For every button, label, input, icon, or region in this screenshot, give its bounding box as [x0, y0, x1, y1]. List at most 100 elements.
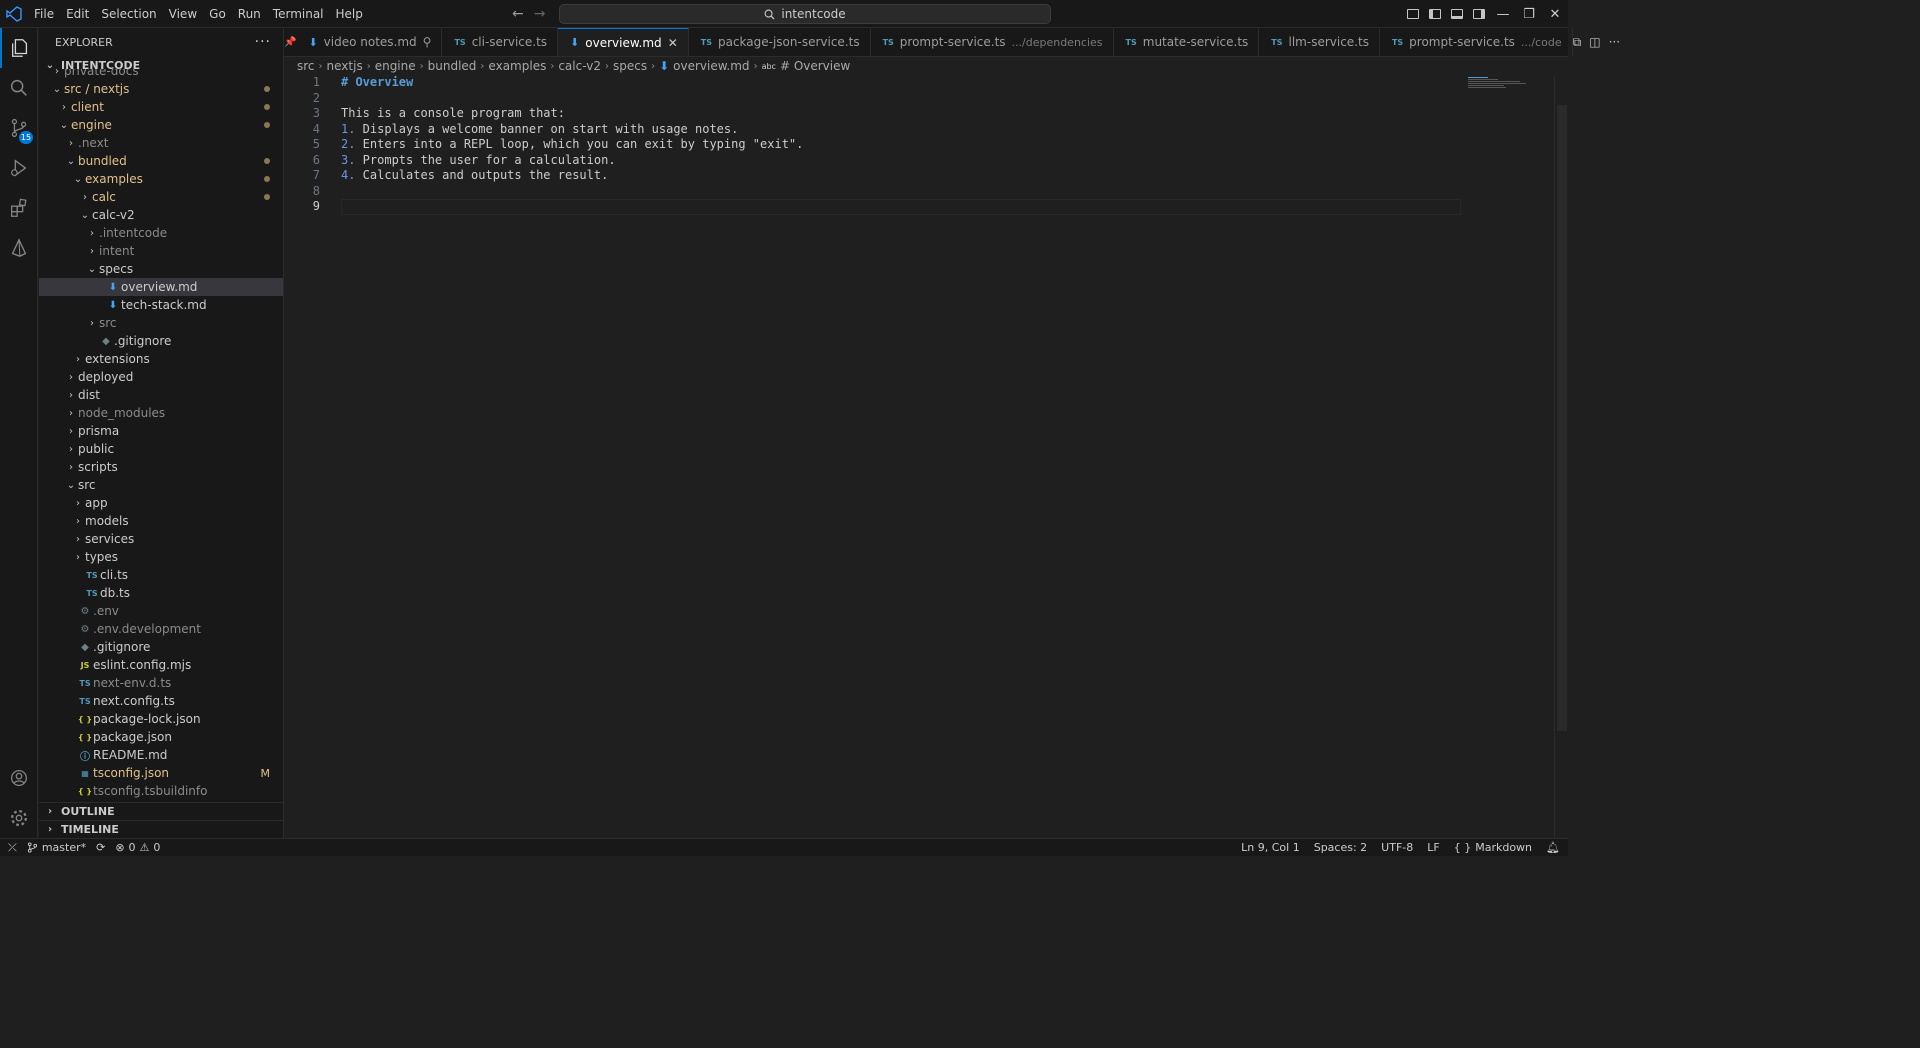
breadcrumb-item[interactable]: calc-v2: [558, 59, 601, 73]
tree-item[interactable]: ⌄ bundled: [39, 152, 283, 170]
menu-run[interactable]: Run: [232, 0, 267, 28]
tree-item[interactable]: › models: [39, 512, 283, 530]
breadcrumb-item[interactable]: specs: [613, 59, 647, 73]
toggle-primary-sidebar-icon[interactable]: [1424, 0, 1446, 28]
tree-item[interactable]: › client: [39, 98, 283, 116]
tree-item[interactable]: { } package.json: [39, 728, 283, 746]
tree-item[interactable]: ⓘ README.md: [39, 746, 283, 764]
tree-item[interactable]: ⌄ src / nextjs: [39, 80, 283, 98]
search-view-icon[interactable]: [0, 68, 38, 108]
tree-item[interactable]: ⌄ engine: [39, 116, 283, 134]
tree-item[interactable]: › extensions: [39, 350, 283, 368]
more-actions-icon[interactable]: ···: [1609, 35, 1620, 49]
language-mode[interactable]: { } Markdown: [1454, 841, 1532, 854]
command-center[interactable]: intentcode: [559, 4, 1051, 24]
tree-item[interactable]: › app: [39, 494, 283, 512]
run-debug-icon[interactable]: [0, 148, 38, 188]
tree-item[interactable]: › deployed: [39, 368, 283, 386]
notifications-bell-icon[interactable]: 🔔︎: [1546, 841, 1560, 854]
explorer-icon[interactable]: [0, 28, 38, 68]
minimap[interactable]: [1468, 77, 1528, 91]
tree-item[interactable]: ◆ .gitignore: [39, 332, 283, 350]
open-changes-icon[interactable]: ⧉: [1573, 35, 1582, 50]
tree-item[interactable]: › dist: [39, 386, 283, 404]
editor-tab[interactable]: TS cli-service.ts: [442, 28, 559, 56]
vertical-scrollbar[interactable]: [1554, 75, 1568, 838]
tree-item[interactable]: › .intentcode: [39, 224, 283, 242]
editor-tab[interactable]: TS llm-service.ts: [1259, 28, 1380, 56]
tree-item[interactable]: › intent: [39, 242, 283, 260]
accounts-icon[interactable]: [0, 758, 38, 798]
source-control-icon[interactable]: 15: [0, 108, 38, 148]
minimize-icon[interactable]: —: [1490, 0, 1516, 28]
timeline-section[interactable]: › TIMELINE: [39, 820, 283, 838]
breadcrumb-item[interactable]: src: [297, 59, 315, 73]
manage-gear-icon[interactable]: [0, 798, 38, 838]
vscode-logo-icon[interactable]: [0, 0, 28, 28]
customize-layout-icon[interactable]: [1402, 0, 1424, 28]
tree-item[interactable]: ⌄ examples: [39, 170, 283, 188]
editor-tab[interactable]: TS mutate-service.ts: [1114, 28, 1260, 56]
tree-item[interactable]: ⌄ calc-v2: [39, 206, 283, 224]
editor-tab[interactable]: ⬇ video notes.md ⚲: [296, 28, 443, 56]
tree-item[interactable]: ▦ tsconfig.json M: [39, 764, 283, 782]
toggle-secondary-sidebar-icon[interactable]: [1468, 0, 1490, 28]
tree-item[interactable]: ⬇ overview.md: [39, 278, 283, 296]
tree-item[interactable]: { } package-lock.json: [39, 710, 283, 728]
close-window-icon[interactable]: ✕: [1542, 0, 1568, 28]
menu-view[interactable]: View: [163, 0, 203, 28]
end-of-line[interactable]: LF: [1427, 841, 1439, 854]
editor-tab[interactable]: TS prompt-service.ts .../dependencies: [871, 28, 1114, 56]
tree-item[interactable]: ⌄ src: [39, 476, 283, 494]
sync-icon[interactable]: ⟳: [96, 841, 105, 854]
tree-item[interactable]: TS db.ts: [39, 584, 283, 602]
breadcrumb-item[interactable]: nextjs: [327, 59, 363, 73]
extensions-icon[interactable]: [0, 188, 38, 228]
menu-go[interactable]: Go: [203, 0, 232, 28]
outline-section[interactable]: › OUTLINE: [39, 802, 283, 820]
pinned-icon[interactable]: ⚲: [423, 35, 432, 49]
tree-item[interactable]: ◆ .gitignore: [39, 638, 283, 656]
prisma-icon[interactable]: [0, 228, 38, 268]
tree-item[interactable]: ⌄ specs: [39, 260, 283, 278]
tree-item[interactable]: › node_modules: [39, 404, 283, 422]
tree-item[interactable]: › scripts: [39, 458, 283, 476]
problems-indicator[interactable]: ⊗ 0 ⚠ 0: [115, 841, 160, 854]
editor-tab[interactable]: TS prompt-service.ts .../code: [1380, 28, 1573, 56]
menu-help[interactable]: Help: [330, 0, 369, 28]
tree-item[interactable]: › .next: [39, 134, 283, 152]
branch-indicator[interactable]: master*: [27, 841, 86, 854]
tree-item[interactable]: TS cli.ts: [39, 566, 283, 584]
tree-item[interactable]: TS next-env.d.ts: [39, 674, 283, 692]
toggle-panel-icon[interactable]: [1446, 0, 1468, 28]
pin-icon[interactable]: 📌: [284, 28, 296, 56]
breadcrumb-item[interactable]: bundled: [428, 59, 477, 73]
indentation[interactable]: Spaces: 2: [1314, 841, 1367, 854]
menu-selection[interactable]: Selection: [95, 0, 162, 28]
tree-item[interactable]: › prisma: [39, 422, 283, 440]
tree-item[interactable]: ⬇ tech-stack.md: [39, 296, 283, 314]
menu-edit[interactable]: Edit: [60, 0, 95, 28]
tree-item[interactable]: › services: [39, 530, 283, 548]
tree-item[interactable]: › private-docs: [39, 69, 283, 80]
tree-item[interactable]: { } tsconfig.tsbuildinfo: [39, 782, 283, 799]
tree-item[interactable]: TS next.config.ts: [39, 692, 283, 710]
editor-tab[interactable]: ⬇ overview.md ✕: [558, 28, 689, 56]
tree-item[interactable]: ⚙ .env.development: [39, 620, 283, 638]
breadcrumb-item[interactable]: examples: [488, 59, 546, 73]
tree-item[interactable]: › src: [39, 314, 283, 332]
restore-icon[interactable]: ❐: [1516, 0, 1542, 28]
menu-file[interactable]: File: [28, 0, 60, 28]
forward-arrow-icon[interactable]: →: [534, 6, 546, 22]
tree-item[interactable]: JS eslint.config.mjs: [39, 656, 283, 674]
split-editor-icon[interactable]: ◫: [1589, 35, 1600, 49]
scrollbar-thumb[interactable]: [1557, 105, 1567, 731]
editor-tab[interactable]: TS package-json-service.ts: [689, 28, 871, 56]
tree-item[interactable]: › types: [39, 548, 283, 566]
remote-icon[interactable]: ⤫: [8, 841, 17, 855]
breadcrumb-item[interactable]: engine: [375, 59, 416, 73]
editor-area[interactable]: 123456789 # Overview This is a console pr…: [284, 75, 1568, 838]
tree-item[interactable]: › public: [39, 440, 283, 458]
close-tab-icon[interactable]: ✕: [668, 36, 678, 50]
code-lines[interactable]: # Overview This is a console program that…: [341, 75, 1461, 215]
